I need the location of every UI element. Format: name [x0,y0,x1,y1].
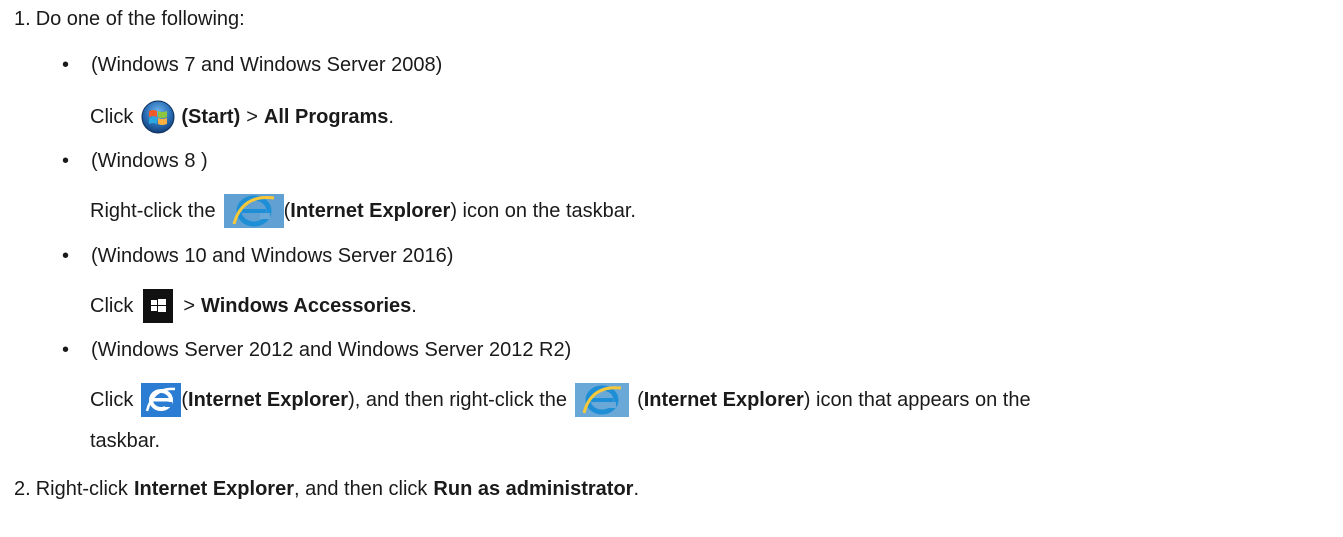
option-windows-7-instruction: Click (Start) > All Programs . [90,99,394,135]
instruction-middle: ), and then right-click the [348,389,568,411]
target-windows-accessories: Windows Accessories [201,295,412,317]
open-paren: ( [181,389,189,411]
step-2: 2. Right-click Internet Explorer , and t… [14,476,639,502]
option-heading: (Windows 7 and Windows Server 2008) [91,54,443,76]
right-click-text: Right-click [35,478,128,500]
option-heading: (Windows 8 ) [91,150,208,172]
step-text: Do one of the following: [35,8,245,30]
target-run-as-administrator: Run as administrator [433,478,634,500]
option-windows-7-heading: • (Windows 7 and Windows Server 2008) [62,52,442,78]
target-internet-explorer: Internet Explorer [290,200,451,222]
separator: > [246,106,258,128]
click-text: Click [90,106,134,128]
start-label: (Start) [181,106,241,128]
option-windows-8-instruction: Right-click the ( Internet Explorer ) ic… [90,193,636,229]
target-internet-explorer-2: Internet Explorer [643,389,804,411]
separator: > [183,295,196,317]
internet-explorer-tile-icon [141,383,182,417]
bullet: • [62,339,70,361]
click-text: Click [90,295,134,317]
step-number: 2. [14,478,31,500]
option-windows-10-instruction: Click > Windows Accessories . [90,288,417,324]
option-windows-10-heading: • (Windows 10 and Windows Server 2016) [62,243,453,269]
target-all-programs: All Programs [263,106,389,128]
option-windows-server-2012-instruction: Click ( Internet Explorer ), and then ri… [90,382,1031,418]
internet-explorer-icon [223,194,284,228]
right-click-text: Right-click the [90,200,216,222]
windows-7-start-orb-icon [141,100,175,134]
step-number: 1. [14,8,31,30]
target-internet-explorer: Internet Explorer [188,389,349,411]
open-paren: ( [283,200,291,222]
option-heading: (Windows Server 2012 and Windows Server … [91,339,572,361]
bullet: • [62,54,70,76]
step-1: 1. Do one of the following: [14,6,245,32]
windows-10-start-icon [143,289,174,323]
option-heading: (Windows 10 and Windows Server 2016) [91,245,454,267]
option-windows-8-heading: • (Windows 8 ) [62,148,208,174]
instruction-tail: ) icon on the taskbar. [450,200,636,222]
option-windows-server-2012-continuation: taskbar. [90,428,160,454]
instruction-tail: ) icon that appears on the [803,389,1031,411]
option-windows-server-2012-heading: • (Windows Server 2012 and Windows Serve… [62,337,571,363]
period: . [388,106,394,128]
target-internet-explorer: Internet Explorer [133,478,294,500]
period: . [633,478,640,500]
internet-explorer-icon [575,383,630,417]
instruction-middle: , and then click [293,478,428,500]
bullet: • [62,150,70,172]
click-text: Click [90,389,134,411]
period: . [411,295,417,317]
open-paren: ( [637,389,644,411]
continuation-text: taskbar. [90,430,161,452]
bullet: • [62,245,70,267]
